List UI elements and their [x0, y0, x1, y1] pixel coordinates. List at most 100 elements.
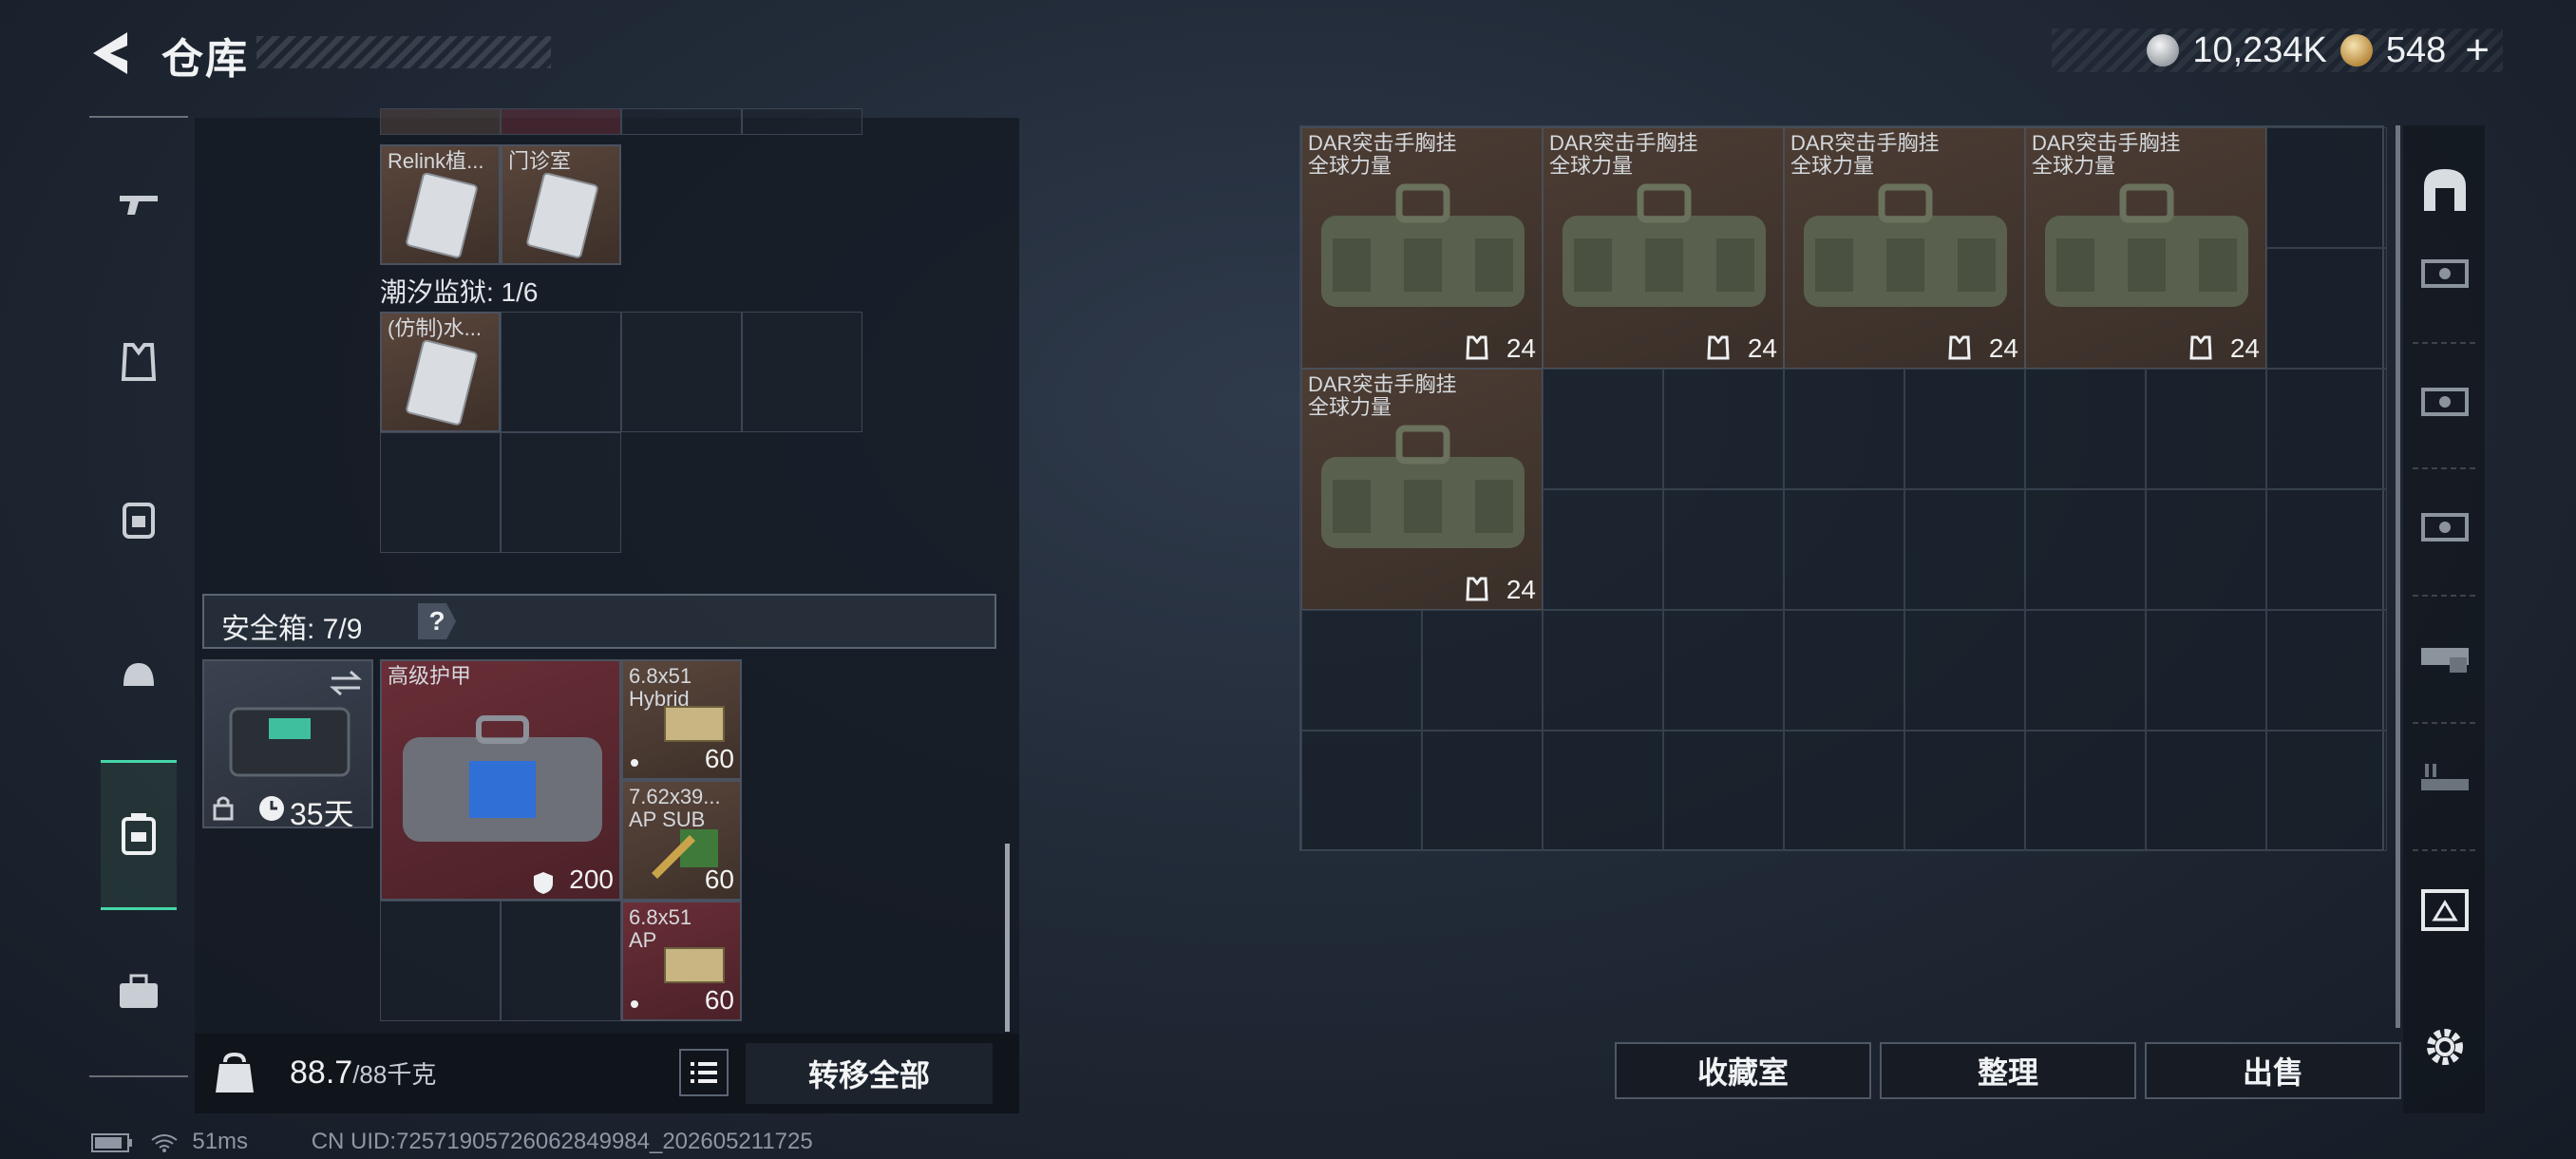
storage-cell[interactable] [2146, 369, 2266, 489]
category-sidebar [89, 116, 188, 1077]
vest-bag-item[interactable]: DAR突击手胸挂 全球力量 24 [1543, 127, 1784, 369]
list-view-button[interactable] [679, 1049, 729, 1096]
vest-slot-icon [2189, 335, 2212, 360]
grid-cell [380, 108, 501, 135]
vest-icon[interactable] [108, 332, 169, 392]
storage-tab-4-icon[interactable] [2416, 625, 2473, 682]
gold-amount[interactable]: 548 [2386, 30, 2446, 71]
ammo-item[interactable]: 7.62x39... AP SUB 60 [621, 780, 742, 901]
storage-cell[interactable] [1904, 369, 2025, 489]
vest-bag-item[interactable]: DAR突击手胸挂 全球力量 24 [1301, 127, 1543, 369]
storage-cell[interactable] [2266, 731, 2387, 851]
armor-bag-icon [403, 715, 602, 842]
grid-cell[interactable] [621, 312, 742, 432]
storage-cell[interactable] [1663, 489, 1784, 610]
organize-button[interactable]: 整理 [1880, 1042, 2136, 1099]
grid-cell[interactable] [501, 312, 621, 432]
storage-cell[interactable] [2266, 610, 2387, 731]
storage-home-tab-icon[interactable] [2416, 162, 2473, 218]
storage-cell[interactable] [2025, 610, 2146, 731]
settings-gear-icon[interactable] [2416, 1018, 2473, 1075]
storage-cell[interactable] [2146, 731, 2266, 851]
storage-tab-3-icon[interactable] [2416, 498, 2473, 555]
left-scrollbar[interactable] [1005, 844, 1010, 1032]
storage-cell[interactable] [2146, 489, 2266, 610]
storage-tab-1-icon[interactable] [2416, 244, 2473, 301]
grid-cell[interactable] [501, 432, 621, 553]
storage-cell[interactable] [1904, 610, 2025, 731]
vest-bag-item[interactable]: DAR突击手胸挂 全球力量 24 [1301, 369, 1543, 610]
keycard-item[interactable]: 门诊室 [501, 144, 621, 265]
storage-cell[interactable] [2266, 248, 2387, 369]
clock-icon [259, 796, 284, 821]
storage-scrollbar[interactable] [2396, 125, 2400, 1028]
storage-cell[interactable] [1904, 489, 2025, 610]
status-footer: 51ms CN UID:7257190572606284998​4_202605… [90, 1129, 813, 1155]
storage-tab-6-icon[interactable] [2416, 880, 2473, 937]
list-icon [691, 1062, 717, 1083]
storage-cell[interactable] [1663, 369, 1784, 489]
keycard-item[interactable]: (仿制)水... [380, 312, 501, 432]
storage-cell[interactable] [2025, 369, 2146, 489]
add-currency-button[interactable]: + [2465, 27, 2490, 74]
storage-cell[interactable] [1784, 369, 1904, 489]
item-name: DAR突击手胸挂 全球力量 [2032, 131, 2181, 178]
safebox-help-button[interactable]: ? [418, 603, 456, 639]
storage-cell[interactable] [2025, 731, 2146, 851]
sell-button[interactable]: 出售 [2145, 1042, 2401, 1099]
weapon-icon[interactable] [108, 175, 169, 236]
storage-cell[interactable] [1663, 731, 1784, 851]
storage-cell[interactable] [1301, 731, 1422, 851]
vest-capacity: 24 [1988, 333, 2018, 363]
keycard-icon [406, 173, 478, 258]
vest-bag-item[interactable]: DAR突击手胸挂 全球力量 24 [1784, 127, 2025, 369]
collection-room-button[interactable]: 收藏室 [1615, 1042, 1871, 1099]
weight-max: /88千克 [352, 1060, 437, 1089]
vest-capacity: 24 [1747, 333, 1777, 363]
storage-cell[interactable] [1301, 610, 1422, 731]
toolbox-icon[interactable] [108, 961, 169, 1022]
storage-cell[interactable] [1904, 731, 2025, 851]
storage-cell[interactable] [1784, 489, 1904, 610]
storage-cell[interactable] [2025, 489, 2146, 610]
storage-grid: DAR突击手胸挂 全球力量 24 DAR突击手胸挂 全球力量 24 DAR突击手胸挂 全… [1299, 125, 2387, 851]
storage-cell[interactable] [2266, 369, 2387, 489]
storage-cell[interactable] [1543, 489, 1663, 610]
ammo-item[interactable]: 6.8x51 AP 60 [621, 901, 742, 1021]
storage-cell[interactable] [1784, 610, 1904, 731]
grid-cell[interactable] [380, 432, 501, 553]
armor-item[interactable]: 高级护甲 200 [380, 659, 621, 901]
storage-cell[interactable] [2266, 127, 2387, 248]
storage-cell[interactable] [1543, 731, 1663, 851]
storage-cell[interactable] [1784, 731, 1904, 851]
storage-cell[interactable] [1422, 610, 1543, 731]
storage-cell[interactable] [1422, 731, 1543, 851]
weight-icon [216, 1052, 254, 1092]
safebox-case-item[interactable]: 35天 [202, 659, 373, 828]
ammo-count: 60 [704, 985, 734, 1015]
keycard-item[interactable]: Relink植... [380, 144, 501, 265]
vest-bag-item[interactable]: DAR突击手胸挂 全球力量 24 [2025, 127, 2266, 369]
backpack-icon[interactable] [108, 488, 169, 549]
storage-tabs [2403, 125, 2485, 1113]
storage-cell[interactable] [1663, 610, 1784, 731]
storage-cell[interactable] [1543, 369, 1663, 489]
storage-cell[interactable] [2146, 610, 2266, 731]
item-name: (仿制)水... [388, 316, 482, 340]
helmet-icon[interactable] [108, 646, 169, 707]
ammo-item[interactable]: 6.8x51 Hybrid 60 [621, 659, 742, 780]
transfer-all-button[interactable]: 转移全部 [746, 1043, 993, 1104]
storage-cell[interactable] [2266, 489, 2387, 610]
grid-cell[interactable] [501, 901, 621, 1021]
grid-cell[interactable] [380, 901, 501, 1021]
grid-cell[interactable] [742, 312, 862, 432]
storage-tab-5-icon[interactable] [2416, 752, 2473, 809]
grid-cell [501, 108, 621, 135]
storage-cell[interactable] [1543, 610, 1663, 731]
safebox-icon[interactable] [108, 804, 169, 864]
item-name: DAR突击手胸挂 全球力量 [1790, 131, 1940, 178]
lock-icon [213, 796, 234, 821]
back-button[interactable] [85, 27, 142, 80]
storage-tab-2-icon[interactable] [2416, 372, 2473, 429]
weight-current: 88.7 [290, 1054, 353, 1091]
